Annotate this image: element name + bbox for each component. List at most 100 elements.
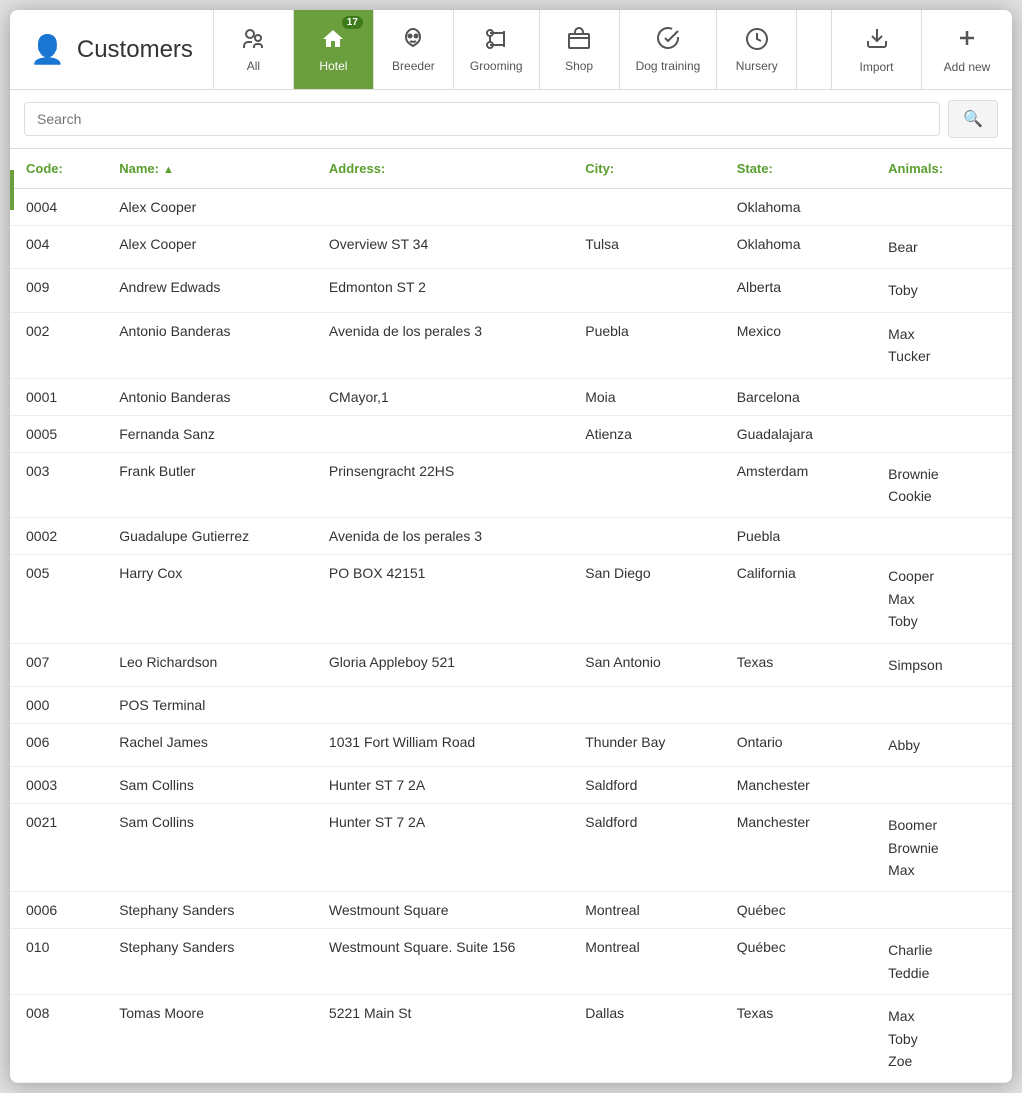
cell-animals: Abby (872, 723, 1012, 766)
cell-state: Alberta (721, 269, 872, 312)
search-button[interactable]: 🔍 (948, 100, 998, 138)
tab-nursery[interactable]: Nursery (717, 10, 797, 89)
tab-shop-label: Shop (565, 59, 593, 73)
cell-name: Tomas Moore (103, 995, 313, 1083)
cell-city: Thunder Bay (569, 723, 720, 766)
cell-address: Hunter ST 7 2A (313, 767, 569, 804)
tab-grooming-label: Grooming (470, 59, 523, 73)
cell-code: 005 (10, 555, 103, 643)
cell-address: Prinsengracht 22HS (313, 452, 569, 518)
table-row[interactable]: 006Rachel James1031 Fort William RoadThu… (10, 723, 1012, 766)
cell-address: CMayor,1 (313, 378, 569, 415)
tab-breeder-label: Breeder (392, 59, 435, 73)
table-row[interactable]: 0001Antonio BanderasCMayor,1MoiaBarcelon… (10, 378, 1012, 415)
table-row[interactable]: 0006Stephany SandersWestmount SquareMont… (10, 892, 1012, 929)
table-row[interactable]: 004Alex CooperOverview ST 34TulsaOklahom… (10, 226, 1012, 269)
cell-animals (872, 415, 1012, 452)
cell-animals: CooperMaxToby (872, 555, 1012, 643)
table-row[interactable]: 0021Sam CollinsHunter ST 7 2ASaldfordMan… (10, 804, 1012, 892)
cell-animals (872, 767, 1012, 804)
cell-address: 1031 Fort William Road (313, 723, 569, 766)
cell-animals (872, 378, 1012, 415)
cell-city: Dallas (569, 995, 720, 1083)
cell-name: Antonio Banderas (103, 312, 313, 378)
nav-actions: Import Add new (831, 10, 1012, 89)
cell-name: Sam Collins (103, 767, 313, 804)
tab-hotel[interactable]: 17Hotel (294, 10, 374, 89)
action-add-new-label: Add new (944, 60, 991, 74)
tab-shop[interactable]: Shop (540, 10, 620, 89)
action-import[interactable]: Import (832, 10, 922, 89)
table-row[interactable]: 0003Sam CollinsHunter ST 7 2ASaldfordMan… (10, 767, 1012, 804)
cell-name: Alex Cooper (103, 226, 313, 269)
col-header-state: State: (721, 149, 872, 189)
table-row[interactable]: 010Stephany SandersWestmount Square. Sui… (10, 929, 1012, 995)
action-import-icon (865, 26, 889, 56)
table-row[interactable]: 009Andrew EdwadsEdmonton ST 2AlbertaToby (10, 269, 1012, 312)
tab-dog-training-icon (656, 27, 680, 55)
cell-address: Gloria Appleboy 521 (313, 643, 569, 686)
cell-address: Westmount Square. Suite 156 (313, 929, 569, 995)
col-header-name[interactable]: Name:▲ (103, 149, 313, 189)
app-window: 👤 Customers All 17Hotel Breeder Grooming Sho… (10, 10, 1012, 1083)
table-row[interactable]: 007Leo RichardsonGloria Appleboy 521San … (10, 643, 1012, 686)
table-row[interactable]: 005Harry CoxPO BOX 42151San DiegoCalifor… (10, 555, 1012, 643)
customers-table: Code:Name:▲Address:City:State:Animals: 0… (10, 149, 1012, 1083)
cell-animals (872, 686, 1012, 723)
cell-address: Hunter ST 7 2A (313, 804, 569, 892)
cell-code: 010 (10, 929, 103, 995)
cell-city: Tulsa (569, 226, 720, 269)
cell-address: Overview ST 34 (313, 226, 569, 269)
table-container: Code:Name:▲Address:City:State:Animals: 0… (10, 149, 1012, 1083)
tab-hotel-icon (321, 27, 345, 55)
tab-hotel-label: Hotel (319, 59, 347, 73)
cell-code: 007 (10, 643, 103, 686)
action-add-new[interactable]: Add new (922, 10, 1012, 89)
cell-address (313, 686, 569, 723)
tab-all[interactable]: All (214, 10, 294, 89)
cell-state: Oklahoma (721, 189, 872, 226)
table-row[interactable]: 000POS Terminal (10, 686, 1012, 723)
cell-name: Stephany Sanders (103, 929, 313, 995)
cell-state: Québec (721, 929, 872, 995)
table-row[interactable]: 0002Guadalupe GutierrezAvenida de los pe… (10, 518, 1012, 555)
table-row[interactable]: 003Frank ButlerPrinsengracht 22HSAmsterd… (10, 452, 1012, 518)
cell-state: Amsterdam (721, 452, 872, 518)
table-row[interactable]: 0005Fernanda SanzAtienzaGuadalajara (10, 415, 1012, 452)
table-row[interactable]: 002Antonio BanderasAvenida de los perale… (10, 312, 1012, 378)
tab-grooming[interactable]: Grooming (454, 10, 540, 89)
tab-all-icon (241, 27, 265, 55)
header-title: 👤 Customers (10, 10, 214, 89)
cell-city: Atienza (569, 415, 720, 452)
cell-animals: MaxTucker (872, 312, 1012, 378)
cell-state: California (721, 555, 872, 643)
tab-all-label: All (247, 59, 260, 73)
cell-code: 004 (10, 226, 103, 269)
cell-state (721, 686, 872, 723)
cell-city: San Diego (569, 555, 720, 643)
tab-breeder[interactable]: Breeder (374, 10, 454, 89)
sort-arrow-icon: ▲ (163, 164, 174, 176)
tab-dog-training[interactable]: Dog training (620, 10, 718, 89)
cell-code: 0021 (10, 804, 103, 892)
header: 👤 Customers All 17Hotel Breeder Grooming Sho… (10, 10, 1012, 90)
cell-address: Avenida de los perales 3 (313, 312, 569, 378)
cell-code: 000 (10, 686, 103, 723)
cell-city: Puebla (569, 312, 720, 378)
cell-state: Mexico (721, 312, 872, 378)
search-input[interactable] (24, 102, 940, 136)
cell-city: Moia (569, 378, 720, 415)
cell-animals: MaxTobyZoe (872, 995, 1012, 1083)
cell-address: Avenida de los perales 3 (313, 518, 569, 555)
cell-city: Montreal (569, 929, 720, 995)
cell-animals: Toby (872, 269, 1012, 312)
cell-state: Barcelona (721, 378, 872, 415)
table-row[interactable]: 0004Alex CooperOklahoma (10, 189, 1012, 226)
cell-name: Guadalupe Gutierrez (103, 518, 313, 555)
col-header-animals: Animals: (872, 149, 1012, 189)
cell-city: Saldford (569, 804, 720, 892)
cell-name: Antonio Banderas (103, 378, 313, 415)
cell-name: Stephany Sanders (103, 892, 313, 929)
table-row[interactable]: 008Tomas Moore5221 Main StDallasTexasMax… (10, 995, 1012, 1083)
cell-address: Edmonton ST 2 (313, 269, 569, 312)
